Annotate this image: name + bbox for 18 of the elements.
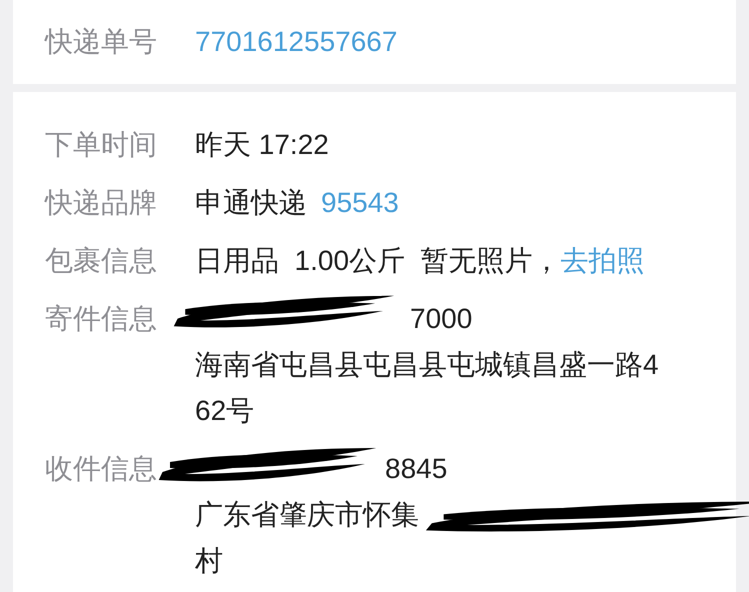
field-value: 申通快递 bbox=[195, 186, 307, 220]
field-value: 昨天 17:22 bbox=[195, 128, 329, 162]
tracking-number[interactable]: 7701612557667 bbox=[195, 21, 398, 63]
field-value: 7000 bbox=[410, 302, 472, 336]
field-value: 村 bbox=[195, 544, 223, 578]
link[interactable]: 去拍照 bbox=[560, 238, 645, 284]
link[interactable]: 95543 bbox=[321, 180, 399, 226]
field-label: 下单时间 bbox=[45, 128, 158, 162]
field-value: 62号 bbox=[195, 394, 254, 428]
field-label: 快递品牌 bbox=[45, 186, 158, 220]
field-label: 收件信息 bbox=[45, 452, 158, 486]
field-label: 寄件信息 bbox=[45, 302, 158, 336]
field-value: 8845 bbox=[385, 452, 448, 486]
field-value: 日用品 1.00公斤 暂无照片， bbox=[195, 244, 561, 278]
field-label: 快递单号 bbox=[45, 25, 158, 59]
field-value: 广东省肇庆市怀集 bbox=[195, 498, 419, 532]
field-value: 海南省屯昌县屯昌县屯城镇昌盛一路4 bbox=[195, 348, 659, 382]
field-label: 包裹信息 bbox=[45, 244, 158, 278]
